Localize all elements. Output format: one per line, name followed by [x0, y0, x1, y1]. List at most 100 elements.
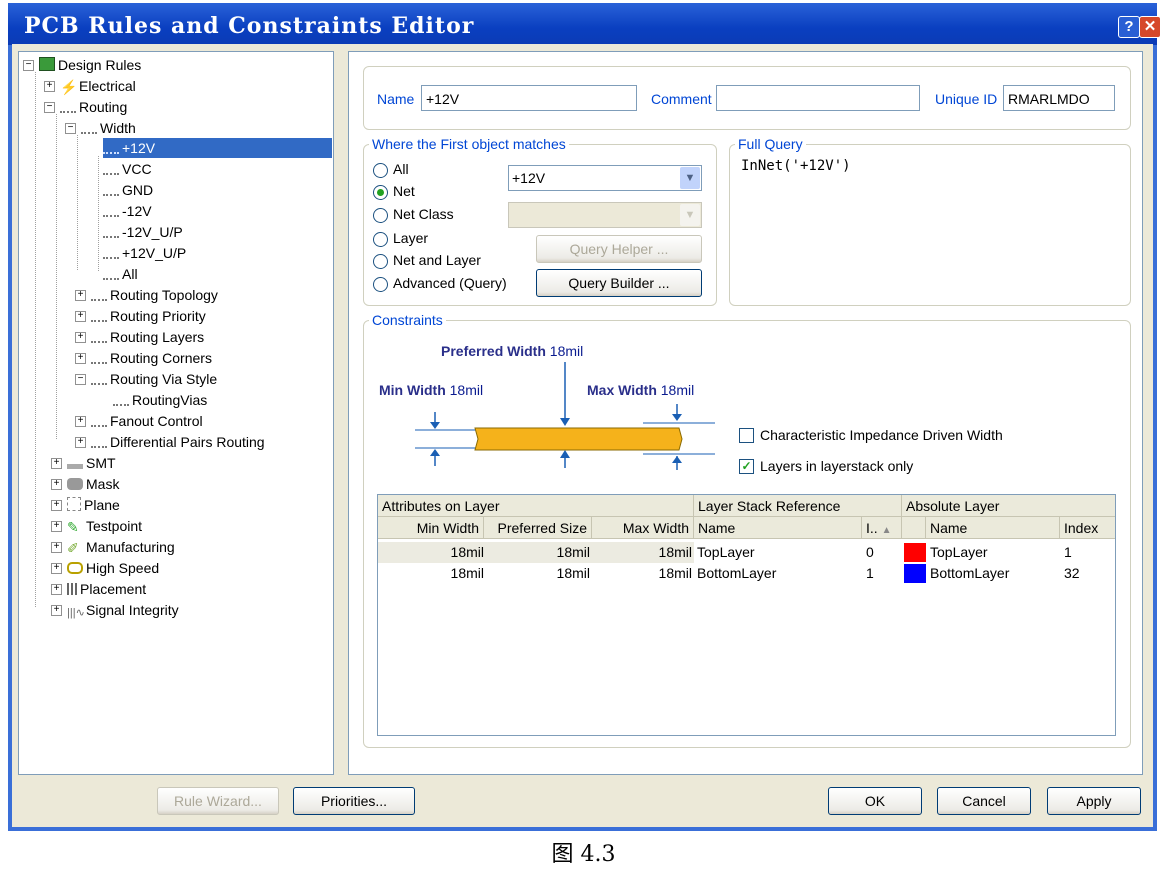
tree-node-smt[interactable]: + SMT	[51, 453, 116, 473]
impedance-checkbox[interactable]	[739, 428, 754, 443]
col-color	[902, 517, 926, 539]
rule-icon	[103, 146, 119, 154]
rule-icon	[91, 314, 107, 322]
help-icon[interactable]: ?	[1118, 16, 1140, 38]
tree-node-routingvias[interactable]: RoutingVias	[113, 390, 207, 410]
row0-max[interactable]: 18mil	[592, 542, 692, 563]
rule-icon	[91, 356, 107, 364]
row1-color-swatch	[904, 564, 926, 583]
row0-min[interactable]: 18mil	[378, 542, 484, 563]
radio-net-and-layer-label: Net and Layer	[393, 252, 481, 268]
net-select[interactable]: +12V ▼	[508, 165, 702, 191]
net-class-select: ▼	[508, 202, 702, 228]
tree-node-electrical[interactable]: + ⚡ Electrical	[44, 76, 136, 96]
tree-node-routing-layers[interactable]: + Routing Layers	[75, 327, 204, 347]
tree-node-width[interactable]: − Width	[65, 118, 136, 138]
row1-pref[interactable]: 18mil	[484, 563, 590, 584]
tree-node-mask[interactable]: + Mask	[51, 474, 119, 494]
rule-icon	[103, 188, 119, 196]
chevron-down-icon[interactable]: ▼	[680, 167, 700, 189]
rule-icon	[103, 167, 119, 175]
tree-node-signal-integrity[interactable]: + |||∿Signal Integrity	[51, 600, 179, 620]
col-index-sort[interactable]: I.. ▲	[862, 517, 902, 539]
radio-net[interactable]	[373, 185, 388, 200]
row1-name: BottomLayer	[697, 565, 777, 581]
tree-node-design-rules[interactable]: − Design Rules	[23, 55, 141, 75]
row1-abs-index: 32	[1064, 565, 1080, 581]
tree-node-routing-topology[interactable]: + Routing Topology	[75, 285, 218, 305]
comment-input[interactable]	[716, 85, 920, 111]
rule-icon	[91, 419, 107, 427]
row0-color-swatch	[904, 543, 926, 562]
mask-icon	[67, 478, 83, 490]
ok-button[interactable]: OK	[828, 787, 922, 815]
col-preferred-size[interactable]: Preferred Size	[484, 517, 592, 539]
radio-net-and-layer[interactable]	[373, 254, 388, 269]
rule-icon	[103, 230, 119, 238]
col-abs-index[interactable]: Index	[1060, 517, 1115, 539]
radio-all-label: All	[393, 161, 409, 177]
tree-node-plus12v-up[interactable]: +12V_U/P	[103, 243, 186, 263]
radio-net-class[interactable]	[373, 208, 388, 223]
preferred-width-value[interactable]: 18mil	[550, 343, 583, 359]
col-abs-name[interactable]: Name	[926, 517, 1060, 539]
row0-name: TopLayer	[697, 544, 755, 560]
rule-icon	[113, 398, 129, 406]
figure-caption: 图 4.3	[551, 842, 616, 867]
row1-min[interactable]: 18mil	[378, 563, 484, 584]
tree-node-gnd[interactable]: GND	[103, 180, 153, 200]
tree-node-minus12v[interactable]: -12V	[103, 201, 152, 221]
where-group-title: Where the First object matches	[369, 136, 569, 152]
tree-node-high-speed[interactable]: + High Speed	[51, 558, 159, 578]
tree-node-routing[interactable]: − Routing	[44, 97, 127, 117]
radio-layer[interactable]	[373, 232, 388, 247]
rule-icon	[103, 272, 119, 280]
name-label: Name	[377, 91, 415, 107]
layers-table[interactable]: Attributes on Layer Layer Stack Referenc…	[377, 494, 1116, 736]
rule-icon	[103, 251, 119, 259]
apply-button[interactable]: Apply	[1047, 787, 1141, 815]
tree-node-fanout-control[interactable]: + Fanout Control	[75, 411, 203, 431]
electrical-icon: ⚡	[60, 79, 78, 95]
query-helper-button: Query Helper ...	[536, 235, 702, 263]
tree-node-testpoint[interactable]: + ✎ Testpoint	[51, 516, 142, 536]
query-builder-button[interactable]: Query Builder ...	[536, 269, 702, 297]
name-input[interactable]: +12V	[421, 85, 637, 111]
tree-node-routing-via-style[interactable]: − Routing Via Style	[75, 369, 217, 389]
rule-tree[interactable]: − Design Rules + ⚡ Electrical − Routing − Wid…	[18, 51, 334, 775]
tree-node-diff-pairs[interactable]: + Differential Pairs Routing	[75, 432, 265, 452]
title-bar[interactable]: PCB Rules and Constraints Editor ? ✕	[8, 3, 1161, 45]
row0-pref[interactable]: 18mil	[484, 542, 590, 563]
tree-node-manufacturing[interactable]: + ✐ Manufacturing	[51, 537, 175, 557]
rule-wizard-button: Rule Wizard...	[157, 787, 279, 815]
col-max-width[interactable]: Max Width	[592, 517, 694, 539]
row0-abs-index: 1	[1064, 544, 1072, 560]
routing-icon	[60, 105, 76, 113]
radio-advanced-query-label: Advanced (Query)	[393, 275, 507, 291]
tree-node-routing-priority[interactable]: + Routing Priority	[75, 306, 206, 326]
priorities-button[interactable]: Priorities...	[293, 787, 415, 815]
tree-node-routing-corners[interactable]: + Routing Corners	[75, 348, 212, 368]
rule-icon	[91, 377, 107, 385]
radio-advanced-query[interactable]	[373, 277, 388, 292]
col-layer-name[interactable]: Name	[694, 517, 862, 539]
col-min-width[interactable]: Min Width	[378, 517, 484, 539]
tree-node-all[interactable]: All	[103, 264, 138, 284]
full-query-text[interactable]: InNet('+12V')	[741, 158, 851, 174]
row1-max[interactable]: 18mil	[592, 563, 692, 584]
header-attributes-on-layer: Attributes on Layer	[378, 495, 694, 517]
tree-node-minus12v-up[interactable]: -12V_U/P	[103, 222, 183, 242]
row0-idx: 0	[866, 544, 874, 560]
unique-id-input[interactable]: RMARLMDO	[1003, 85, 1115, 111]
tree-node-placement[interactable]: + Placement	[51, 579, 146, 599]
tree-node-vcc[interactable]: VCC	[103, 159, 152, 179]
tree-node-plane[interactable]: + Plane	[51, 495, 120, 515]
close-icon[interactable]: ✕	[1139, 16, 1161, 38]
cancel-button[interactable]: Cancel	[937, 787, 1031, 815]
layerstack-label: Layers in layerstack only	[760, 458, 914, 474]
layerstack-checkbox[interactable]: ✓	[739, 459, 754, 474]
rule-icon	[91, 440, 107, 448]
radio-net-class-label: Net Class	[393, 206, 454, 222]
tree-node-plus12v[interactable]: +12V	[103, 138, 332, 158]
radio-all[interactable]	[373, 163, 388, 178]
